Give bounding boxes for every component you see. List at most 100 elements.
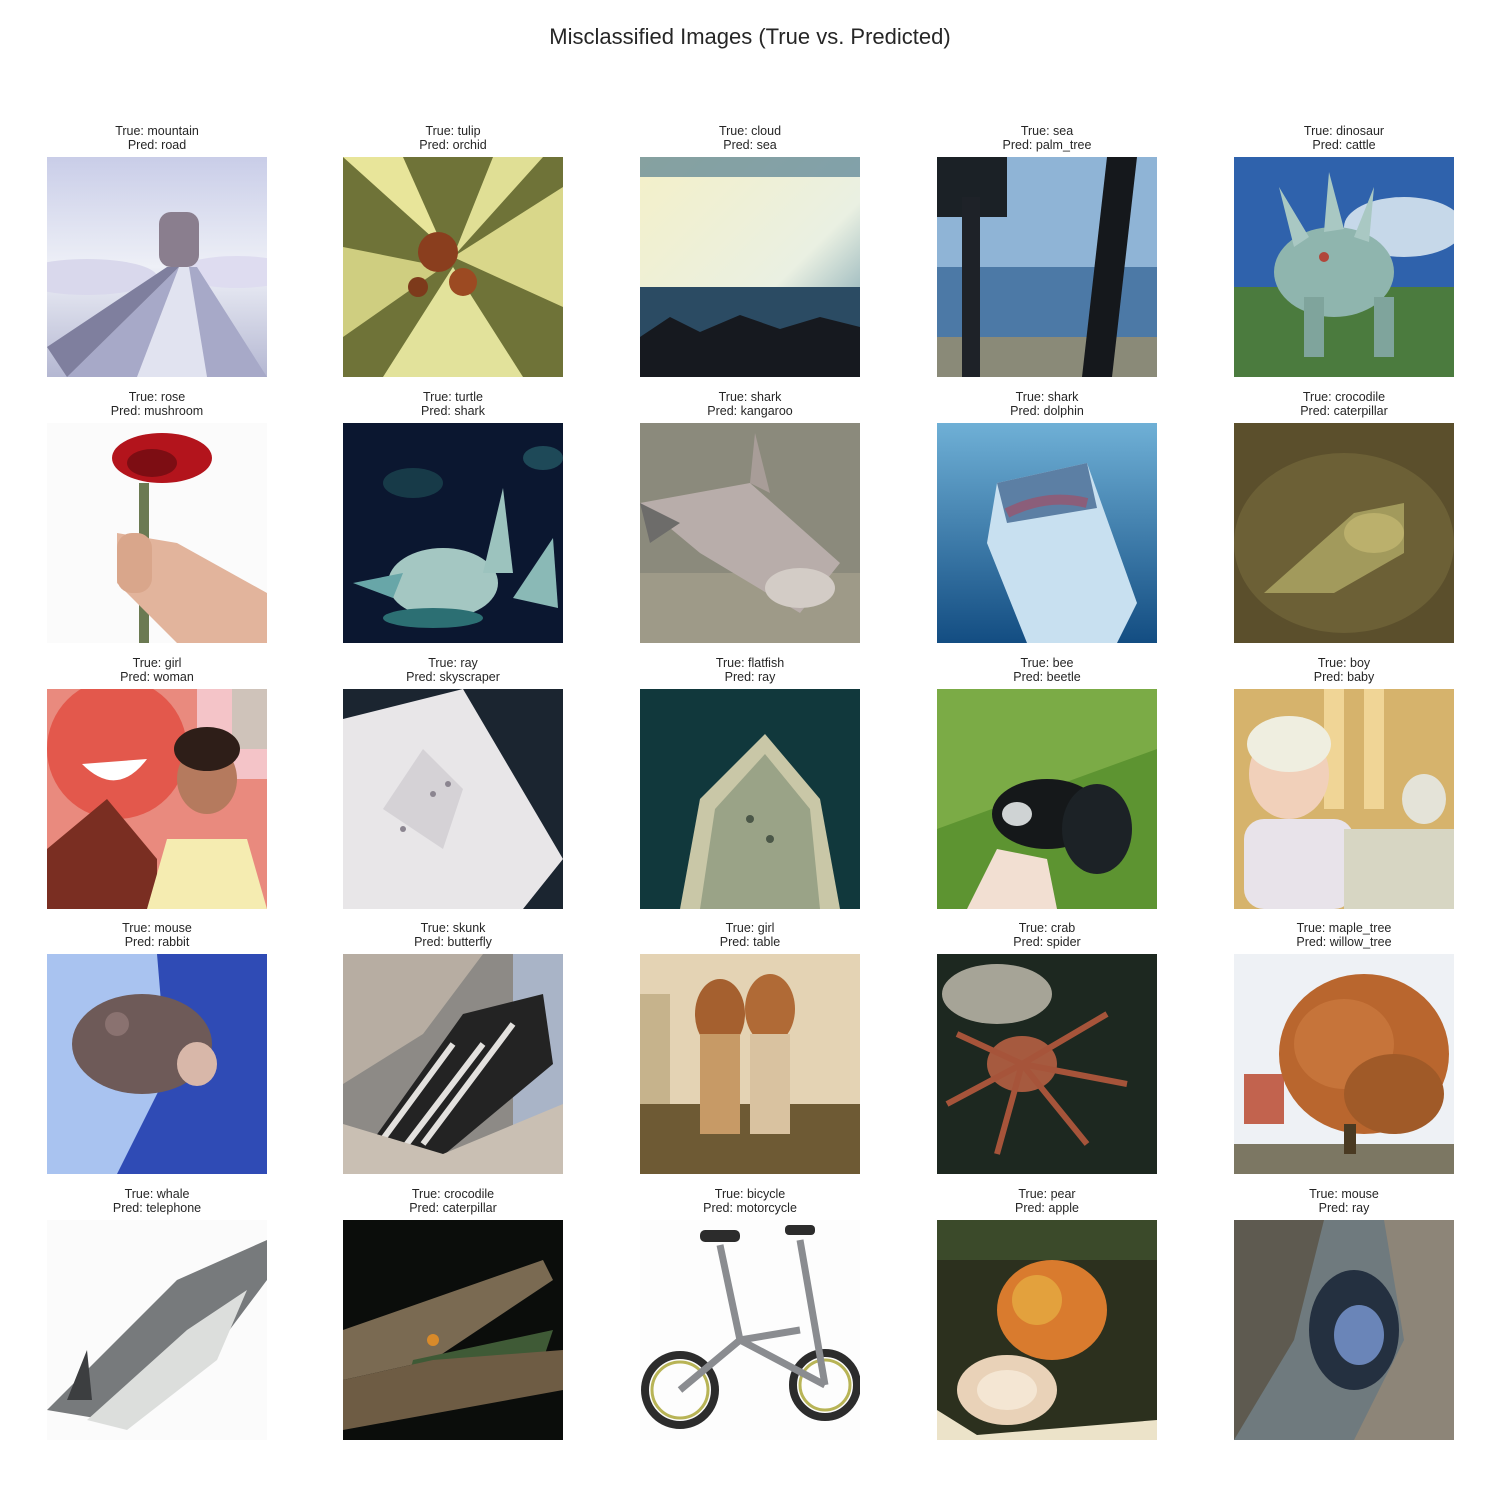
true-label: True: tulip (425, 124, 481, 138)
caption: True: mouse Pred: rabbit (7, 921, 307, 949)
caption: True: bee Pred: beetle (897, 656, 1197, 684)
pred-label: Pred: orchid (419, 138, 487, 152)
true-label: True: sea (1020, 124, 1074, 138)
true-label: True: ray (428, 656, 478, 670)
grid-cell: True: crocodile Pred: caterpillar (1234, 390, 1454, 645)
true-label: True: girl (725, 921, 775, 935)
bee-on-leaf-photo (937, 689, 1157, 909)
folding-bicycle-photo (640, 1220, 860, 1440)
pred-label: Pred: baby (1313, 670, 1375, 684)
pred-label: Pred: table (719, 935, 781, 949)
caption: True: ray Pred: skyscraper (303, 656, 603, 684)
true-label: True: turtle (423, 390, 483, 404)
pred-label: Pred: skyscraper (406, 670, 500, 684)
true-label: True: shark (718, 390, 782, 404)
grid-cell: True: mouse Pred: ray (1234, 1187, 1454, 1442)
true-label: True: shark (1015, 390, 1079, 404)
pred-label: Pred: rabbit (124, 935, 190, 949)
caption: True: girl Pred: table (600, 921, 900, 949)
mouse-in-rock-photo (1234, 1220, 1454, 1440)
pred-label: Pred: woman (120, 670, 194, 684)
caption: True: crocodile Pred: caterpillar (1194, 390, 1494, 418)
true-label: True: skunk (420, 921, 486, 935)
dinosaur-statue-photo (1234, 157, 1454, 377)
sliced-pear-photo (937, 1220, 1157, 1440)
sea-turtle-dark-water-photo (343, 423, 563, 643)
grid-cell: True: rose Pred: mushroom (47, 390, 267, 645)
whale-white-background-photo (47, 1220, 267, 1440)
caption: True: crocodile Pred: caterpillar (303, 1187, 603, 1215)
hand-holding-red-rose-photo (47, 423, 267, 643)
two-girls-room-photo (640, 954, 860, 1174)
caption: True: crab Pred: spider (897, 921, 1197, 949)
pred-label: Pred: butterfly (414, 935, 492, 949)
pred-label: Pred: ray (724, 670, 776, 684)
caption: True: girl Pred: woman (7, 656, 307, 684)
figure-title: Misclassified Images (True vs. Predicted… (549, 24, 951, 49)
grid-cell: True: girl Pred: woman (47, 656, 267, 911)
pred-label: Pred: apple (1015, 1201, 1079, 1215)
true-label: True: bee (1020, 656, 1074, 670)
pred-label: Pred: ray (1318, 1201, 1370, 1215)
true-label: True: whale (124, 1187, 190, 1201)
grid-cell: True: bee Pred: beetle (937, 656, 1157, 911)
pred-label: Pred: cattle (1312, 138, 1376, 152)
true-label: True: flatfish (715, 656, 785, 670)
true-label: True: maple_tree (1296, 921, 1392, 935)
grid-cell: True: pear Pred: apple (937, 1187, 1157, 1442)
pred-label: Pred: willow_tree (1296, 935, 1392, 949)
grid-cell: True: tulip Pred: orchid (343, 124, 563, 379)
caption: True: tulip Pred: orchid (303, 124, 603, 152)
true-label: True: cloud (718, 124, 782, 138)
smiling-girls-photo (47, 689, 267, 909)
grid-cell: True: ray Pred: skyscraper (343, 656, 563, 911)
mouse-on-blue-cloth-photo (47, 954, 267, 1174)
crocodile-open-jaws-photo (343, 1220, 563, 1440)
sea-through-trees-photo (937, 157, 1157, 377)
grid-cell: True: dinosaur Pred: cattle (1234, 124, 1454, 379)
pred-label: Pred: spider (1013, 935, 1081, 949)
caption: True: cloud Pred: sea (600, 124, 900, 152)
caption: True: mouse Pred: ray (1194, 1187, 1494, 1215)
caption: True: shark Pred: kangaroo (600, 390, 900, 418)
caption: True: mountain Pred: road (7, 124, 307, 152)
crab-dark-background-photo (937, 954, 1157, 1174)
caption: True: rose Pred: mushroom (7, 390, 307, 418)
true-label: True: crab (1018, 921, 1076, 935)
mountain-road-photo (47, 157, 267, 377)
pred-label: Pred: telephone (112, 1201, 202, 1215)
autumn-maple-tree-photo (1234, 954, 1454, 1174)
grid-cell: True: mouse Pred: rabbit (47, 921, 267, 1176)
grid-cell: True: boy Pred: baby (1234, 656, 1454, 911)
grid-cell: True: bicycle Pred: motorcycle (640, 1187, 860, 1442)
caption: True: whale Pred: telephone (7, 1187, 307, 1215)
blond-boy-photo (1234, 689, 1454, 909)
true-label: True: dinosaur (1303, 124, 1385, 138)
caption: True: turtle Pred: shark (303, 390, 603, 418)
caption: True: shark Pred: dolphin (897, 390, 1197, 418)
camouflaged-crocodile-photo (1234, 423, 1454, 643)
true-label: True: mouse (1309, 1187, 1379, 1201)
flatfish-photo (640, 689, 860, 909)
true-label: True: pear (1018, 1187, 1076, 1201)
true-label: True: crocodile (1302, 390, 1386, 404)
pred-label: Pred: sea (723, 138, 777, 152)
skunk-on-rock-photo (343, 954, 563, 1174)
true-label: True: mouse (122, 921, 192, 935)
pred-label: Pred: palm_tree (1002, 138, 1092, 152)
pred-label: Pred: caterpillar (409, 1201, 497, 1215)
grid-cell: True: flatfish Pred: ray (640, 656, 860, 911)
true-label: True: crocodile (411, 1187, 495, 1201)
caption: True: maple_tree Pred: willow_tree (1194, 921, 1494, 949)
grid-cell: True: girl Pred: table (640, 921, 860, 1176)
caption: True: pear Pred: apple (897, 1187, 1197, 1215)
true-label: True: boy (1317, 656, 1371, 670)
caption: True: skunk Pred: butterfly (303, 921, 603, 949)
grid-cell: True: shark Pred: dolphin (937, 390, 1157, 645)
grid-cell: True: mountain Pred: road (47, 124, 267, 379)
yellow-lily-flower-photo (343, 157, 563, 377)
caption: True: flatfish Pred: ray (600, 656, 900, 684)
stingray-underside-photo (343, 689, 563, 909)
true-label: True: mountain (115, 124, 199, 138)
grid-cell: True: skunk Pred: butterfly (343, 921, 563, 1176)
